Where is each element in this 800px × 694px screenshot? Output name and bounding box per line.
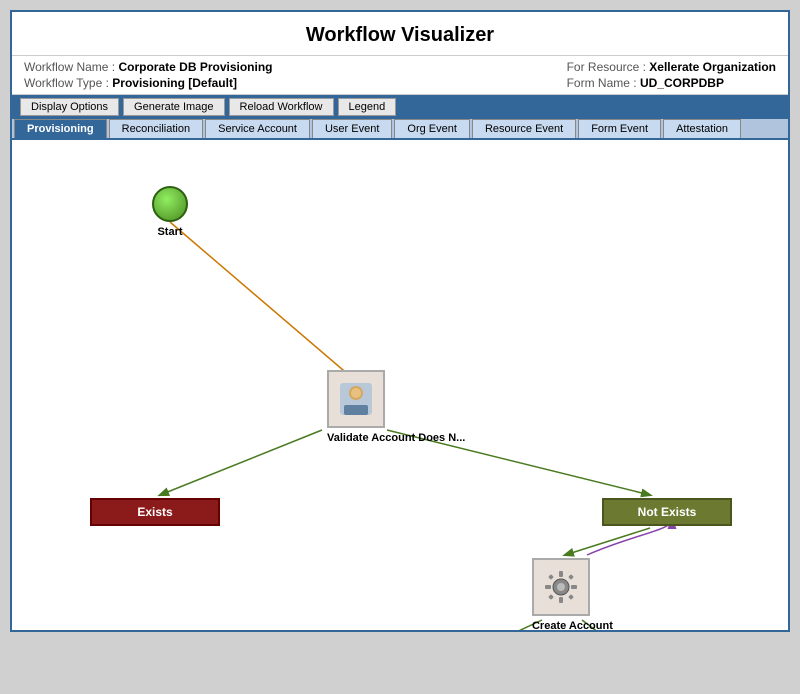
tab-service-account[interactable]: Service Account — [205, 119, 310, 138]
not-exists-node: Not Exists — [602, 498, 732, 526]
info-bar: Workflow Name : Corporate DB Provisionin… — [12, 55, 788, 95]
tab-user-event[interactable]: User Event — [312, 119, 392, 138]
page-title: Workflow Visualizer — [12, 12, 788, 55]
workflow-name-label: Workflow Name : — [24, 60, 115, 74]
tab-form-event[interactable]: Form Event — [578, 119, 661, 138]
form-name-value: UD_CORPDBP — [640, 76, 724, 90]
for-resource-value: Xellerate Organization — [649, 60, 776, 74]
workflow-type-row: Workflow Type : Provisioning [Default] — [24, 76, 273, 90]
create-account-icon — [532, 558, 590, 616]
validate-account-label: Validate Account Does N... — [327, 432, 465, 444]
workflow-canvas: Start Validate Account Does N... Exists … — [12, 140, 788, 630]
tab-provisioning[interactable]: Provisioning — [14, 119, 107, 138]
workflow-name-row: Workflow Name : Corporate DB Provisionin… — [24, 60, 273, 74]
start-label: Start — [157, 226, 182, 238]
workflow-type-value: Provisioning [Default] — [112, 76, 237, 90]
tab-attestation[interactable]: Attestation — [663, 119, 741, 138]
workflow-name-value: Corporate DB Provisioning — [118, 60, 272, 74]
arrow-start-validate — [170, 222, 357, 382]
not-exists-label: Not Exists — [638, 505, 697, 519]
tab-reconciliation[interactable]: Reconciliation — [109, 119, 203, 138]
exists-label: Exists — [137, 505, 172, 519]
form-name-row: Form Name : UD_CORPDBP — [567, 76, 776, 90]
tab-org-event[interactable]: Org Event — [394, 119, 470, 138]
validate-account-icon — [327, 370, 385, 428]
create-account-label: Create Account — [532, 620, 613, 630]
arrow-notexists-create — [565, 528, 650, 555]
workflow-type-label: Workflow Type : — [24, 76, 109, 90]
info-left: Workflow Name : Corporate DB Provisionin… — [24, 60, 273, 90]
tabs-bar: Provisioning Reconciliation Service Acco… — [12, 119, 788, 140]
for-resource-row: For Resource : Xellerate Organization — [567, 60, 776, 74]
validate-account-node: Validate Account Does N... — [327, 370, 465, 440]
info-right: For Resource : Xellerate Organization Fo… — [567, 60, 776, 90]
main-container: Workflow Visualizer Workflow Name : Corp… — [10, 10, 790, 632]
exists-node: Exists — [90, 498, 220, 526]
legend-button[interactable]: Legend — [338, 98, 397, 116]
display-options-button[interactable]: Display Options — [20, 98, 119, 116]
form-name-label: Form Name : — [567, 76, 637, 90]
for-resource-label: For Resource : — [567, 60, 646, 74]
generate-image-button[interactable]: Generate Image — [123, 98, 225, 116]
reload-workflow-button[interactable]: Reload Workflow — [229, 98, 334, 116]
toolbar: Display Options Generate Image Reload Wo… — [12, 95, 788, 119]
start-circle — [152, 186, 188, 222]
gear-svg — [541, 567, 581, 607]
person-task-svg — [336, 379, 376, 419]
tab-resource-event[interactable]: Resource Event — [472, 119, 576, 138]
arrow-create-success — [397, 620, 542, 630]
arrow-validate-exists — [160, 430, 322, 495]
create-account-node: Create Account — [532, 558, 613, 628]
start-node: Start — [152, 186, 188, 222]
